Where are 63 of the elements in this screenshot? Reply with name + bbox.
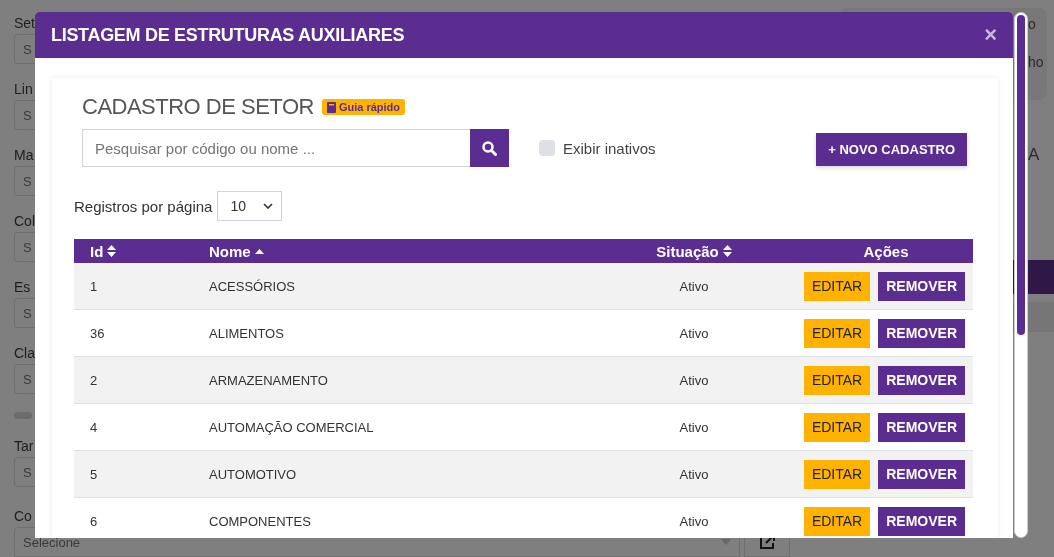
page-heading: CADASTRO DE SETOR bbox=[82, 94, 314, 120]
close-button[interactable]: × bbox=[984, 24, 997, 46]
scrollbar-thumb[interactable] bbox=[1017, 15, 1025, 335]
side-text: A bbox=[1028, 145, 1040, 165]
table-cell: Ativo bbox=[589, 450, 799, 498]
select-placeholder: S bbox=[23, 107, 32, 123]
field-label: Cla bbox=[14, 344, 35, 362]
field-label: Co bbox=[14, 507, 32, 525]
remove-button[interactable]: REMOVER bbox=[878, 506, 965, 536]
edit-button[interactable]: EDITAR bbox=[803, 365, 871, 395]
select-placeholder: S bbox=[23, 464, 32, 480]
table-cell: ACESSÓRIOS bbox=[193, 263, 589, 310]
table-cell: 1 bbox=[74, 263, 193, 310]
new-record-button[interactable]: + NOVO CADASTRO bbox=[816, 133, 967, 166]
search-button[interactable] bbox=[470, 129, 509, 167]
modal-title: LISTAGEM DE ESTRUTURAS AUXILIARES bbox=[51, 24, 405, 46]
remove-button[interactable]: REMOVER bbox=[878, 271, 965, 301]
per-page-select[interactable]: 10 bbox=[217, 191, 283, 221]
table-cell: AUTOMAÇÃO COMERCIAL bbox=[193, 403, 589, 451]
search-field[interactable]: Pesquisar por código ou nome ... bbox=[82, 129, 470, 167]
table-cell: AUTOMOTIVO bbox=[193, 450, 589, 498]
field-label: Col bbox=[14, 212, 35, 230]
table-cell: Ativo bbox=[589, 403, 799, 451]
column-header: Ações bbox=[799, 239, 973, 263]
remove-button[interactable]: REMOVER bbox=[878, 318, 965, 348]
card-text: o bbox=[1028, 16, 1036, 32]
card-text: ho bbox=[1028, 54, 1044, 70]
field-label: Lin bbox=[14, 80, 33, 98]
table-cell: 4 bbox=[74, 403, 193, 451]
quick-guide-badge[interactable]: Guia rápido bbox=[321, 99, 406, 115]
field-label: Es bbox=[14, 278, 31, 296]
table-cell: ALIMENTOS bbox=[193, 309, 589, 357]
field-label: Tar bbox=[14, 437, 34, 455]
remove-button[interactable]: REMOVER bbox=[878, 412, 965, 442]
select-placeholder: S bbox=[23, 173, 32, 189]
scrollbar[interactable] bbox=[1014, 12, 1028, 538]
column-header[interactable]: Situação bbox=[589, 239, 799, 263]
table-cell: Ativo bbox=[589, 263, 799, 310]
column-header[interactable]: Id bbox=[74, 239, 193, 263]
edit-button[interactable]: EDITAR bbox=[803, 412, 871, 442]
table-cell: Ativo bbox=[589, 309, 799, 357]
chevron-down-icon bbox=[263, 203, 274, 209]
edit-button[interactable]: EDITAR bbox=[803, 271, 871, 301]
table-cell: 5 bbox=[74, 450, 193, 498]
select-placeholder: S bbox=[23, 41, 32, 57]
column-header[interactable]: Nome bbox=[193, 239, 589, 263]
search-icon bbox=[482, 140, 497, 156]
select-placeholder: S bbox=[23, 305, 32, 321]
select-placeholder: S bbox=[23, 371, 32, 387]
remove-button[interactable]: REMOVER bbox=[878, 459, 965, 489]
table-cell: Ativo bbox=[589, 356, 799, 404]
table-cell: ARMAZENAMENTO bbox=[193, 356, 589, 404]
edit-button[interactable]: EDITAR bbox=[803, 459, 871, 489]
edit-button[interactable]: EDITAR bbox=[803, 318, 871, 348]
table-cell: 36 bbox=[74, 309, 193, 357]
book-icon bbox=[326, 101, 336, 113]
select-placeholder: S bbox=[23, 239, 32, 255]
field-label: Ma bbox=[14, 146, 34, 164]
remove-button[interactable]: REMOVER bbox=[878, 365, 965, 395]
field-label: Set bbox=[14, 14, 35, 32]
per-page-label: Registros por página bbox=[74, 197, 213, 215]
edit-button[interactable]: EDITAR bbox=[803, 506, 871, 536]
table-cell: 2 bbox=[74, 356, 193, 404]
